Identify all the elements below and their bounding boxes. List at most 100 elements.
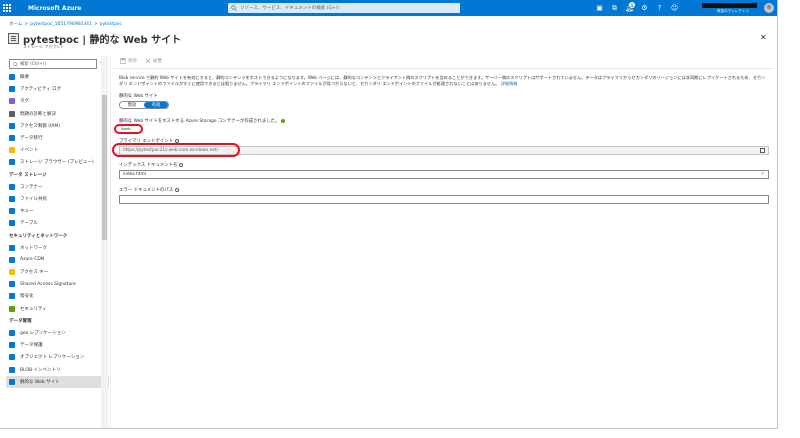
sidebar-item[interactable]: アクセス キー xyxy=(6,266,109,278)
success-icon xyxy=(281,118,286,123)
sidebar-item[interactable]: Shared Access Signature xyxy=(6,278,109,290)
section-data-management: データ管理 xyxy=(9,318,32,324)
sidebar-item[interactable]: geo レプリケーション xyxy=(6,327,109,339)
sidebar-item[interactable]: 問題の診断と解決 xyxy=(6,108,109,120)
feedback-icon[interactable]: ☺ xyxy=(667,0,682,16)
sidebar-item-label: BLOB インベントリ xyxy=(20,367,61,373)
global-search-input[interactable]: リソース、サービス、ドキュメントの検索 (G+/) xyxy=(228,3,460,13)
sidebar-item-label: ファイル共有 xyxy=(20,196,47,202)
sidebar-item[interactable]: オブジェクト レプリケーション xyxy=(6,351,109,363)
sidebar-item[interactable]: タグ xyxy=(6,95,109,107)
status-message: 静的な Web サイトをホストする Azure Storage コンテナーが作成… xyxy=(119,118,286,124)
network-icon xyxy=(9,244,15,251)
index-doc-label: インデックス ドキュメント名 xyxy=(119,162,184,168)
breadcrumb-resource-group[interactable]: pytestpoc_1651796960341 xyxy=(30,22,92,27)
cloud-shell-icon[interactable]: ▣ xyxy=(592,0,607,16)
cdn-icon xyxy=(9,256,15,263)
notification-badge: 1 xyxy=(629,2,635,8)
info-icon[interactable] xyxy=(179,162,184,167)
redacted-account-name xyxy=(702,3,757,8)
sidebar-item[interactable]: 静的な Web サイト xyxy=(6,375,109,388)
sidebar: 検索 (Ctrl+/) « 概要アクティビティ ログタグ問題の診断と解決アクセス… xyxy=(6,56,109,428)
error-document-input[interactable] xyxy=(119,195,769,204)
sidebar-item[interactable]: 概要 xyxy=(6,71,109,83)
section-security-network: セキュリティとネットワーク xyxy=(9,233,68,239)
data-migration-icon xyxy=(9,135,15,142)
blob-inventory-icon xyxy=(9,366,15,373)
search-placeholder: リソース、サービス、ドキュメントの検索 (G+/) xyxy=(240,6,339,11)
directory-filter-icon[interactable]: ⧉ xyxy=(607,0,622,16)
error-doc-label: エラー ドキュメントのパス xyxy=(119,187,180,193)
sidebar-item-label: 静的な Web サイト xyxy=(20,379,60,385)
sidebar-item[interactable]: ファイル共有 xyxy=(6,193,109,205)
sidebar-item[interactable]: イベント xyxy=(6,144,109,156)
static-website-toggle[interactable]: 無効 有効 xyxy=(119,101,169,109)
account-directory[interactable]: 既定のディレクトリ xyxy=(717,9,749,14)
sidebar-item[interactable]: データ保護 xyxy=(6,339,109,351)
copy-icon[interactable] xyxy=(760,148,765,153)
sidebar-item[interactable]: Azure CDN xyxy=(6,254,109,266)
sidebar-item[interactable]: コンテナー xyxy=(6,181,109,193)
sidebar-item[interactable]: 暗号化 xyxy=(6,290,109,302)
sidebar-item[interactable]: データ移行 xyxy=(6,132,109,144)
check-icon: ✓ xyxy=(760,171,765,177)
iam-icon xyxy=(9,122,15,129)
sidebar-search-placeholder: 検索 (Ctrl+/) xyxy=(20,62,47,67)
sidebar-item[interactable]: BLOB インベントリ xyxy=(6,364,109,376)
sidebar-item[interactable]: セキュリティ xyxy=(6,303,109,315)
learn-more-link[interactable]: 詳細情報 xyxy=(501,81,518,86)
index-document-input[interactable]: index.html ✓ xyxy=(119,170,769,179)
top-icons: ▣ ⧉ 🔔︎ 1 ⚙ ? ☺ xyxy=(592,0,682,16)
info-icon[interactable] xyxy=(175,138,180,143)
data-protection-icon xyxy=(9,342,15,349)
toggle-enabled[interactable]: 有効 xyxy=(144,102,168,108)
sidebar-item-label: ストレージ ブラウザー (プレビュー) xyxy=(20,160,94,166)
sidebar-item-label: Shared Access Signature xyxy=(20,281,76,287)
sidebar-item[interactable]: テーブル xyxy=(6,217,109,229)
shield-icon xyxy=(9,305,15,312)
breadcrumb-home[interactable]: ホーム xyxy=(9,22,22,27)
container-link[interactable]: $web xyxy=(121,127,131,131)
page-subtitle: ストレージ アカウント xyxy=(23,44,65,49)
save-button[interactable]: 保存 xyxy=(120,58,137,64)
sidebar-item[interactable]: アクティビティ ログ xyxy=(6,83,109,95)
sidebar-item-label: テーブル xyxy=(20,221,38,227)
settings-icon[interactable]: ⚙ xyxy=(637,0,652,16)
info-icon[interactable] xyxy=(175,187,180,192)
avatar[interactable] xyxy=(764,3,774,13)
sidebar-item-label: コンテナー xyxy=(20,184,43,190)
description-text: Blob service で静的 Web サイトを有効にすると、静的コンテンツを… xyxy=(119,75,769,87)
sidebar-item[interactable]: ストレージ ブラウザー (プレビュー) xyxy=(6,156,109,168)
notifications-icon[interactable]: 🔔︎ 1 xyxy=(622,0,637,16)
sidebar-item-label: 概要 xyxy=(20,75,29,81)
toggle-disabled[interactable]: 無効 xyxy=(120,102,144,108)
menu-icon[interactable] xyxy=(0,0,14,16)
object-replication-icon xyxy=(9,354,15,361)
discard-button[interactable]: 破棄 xyxy=(145,58,162,64)
key-icon xyxy=(9,269,15,276)
sidebar-item-label: 問題の診断と解決 xyxy=(20,111,56,117)
wrench-icon xyxy=(9,110,15,117)
sidebar-item[interactable]: ネットワーク xyxy=(6,242,109,254)
sidebar-item-label: データ移行 xyxy=(20,136,43,142)
status-text: 静的な Web サイトをホストする Azure Storage コンテナーが作成… xyxy=(119,119,280,124)
sidebar-item-label: Azure CDN xyxy=(20,257,45,263)
sidebar-item-label: キュー xyxy=(20,209,34,215)
help-icon[interactable]: ? xyxy=(652,0,667,16)
breadcrumb-current[interactable]: pytestpoc xyxy=(100,22,122,27)
globe-icon xyxy=(9,330,15,337)
sidebar-item-label: ネットワーク xyxy=(20,245,47,251)
sidebar-item[interactable]: キュー xyxy=(6,205,109,217)
sidebar-item[interactable]: アクセス制御 (IAM) xyxy=(6,120,109,132)
storage-browser-icon xyxy=(9,159,15,166)
search-icon xyxy=(13,61,18,67)
lock-icon xyxy=(9,293,15,300)
sidebar-search-input[interactable]: 検索 (Ctrl+/) xyxy=(9,59,97,69)
save-label: 保存 xyxy=(128,59,137,64)
close-button[interactable]: ✕ xyxy=(760,33,767,42)
sidebar-divider xyxy=(110,56,111,428)
sidebar-scrollbar-thumb[interactable] xyxy=(102,95,107,240)
discard-label: 破棄 xyxy=(153,59,162,64)
brand-logo[interactable]: Microsoft Azure xyxy=(28,5,81,12)
description-body: Blob service で静的 Web サイトを有効にすると、静的コンテンツを… xyxy=(119,75,766,86)
